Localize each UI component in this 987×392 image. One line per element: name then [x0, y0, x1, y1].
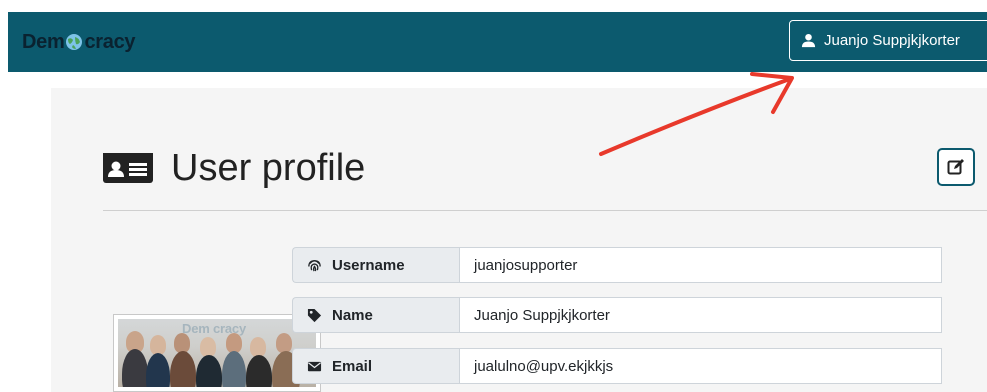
email-value: jualulno@upv.ekjkkjs — [459, 348, 942, 384]
user-menu-button[interactable]: Juanjo Suppjkjkorter — [789, 20, 987, 61]
brand-suffix: cracy — [84, 30, 136, 53]
user-icon — [801, 33, 816, 48]
header-divider — [103, 210, 987, 211]
top-navbar: Dem cracy Juanjo Suppjkjkorter — [8, 12, 987, 72]
profile-row-username: Username juanjosupporter — [292, 247, 942, 283]
name-label-cell: Name — [292, 297, 459, 333]
user-menu-label: Juanjo Suppjkjkorter — [824, 32, 960, 49]
profile-photo: Dem cracy — [113, 314, 321, 392]
name-label: Name — [332, 306, 373, 324]
brand-prefix: Dem — [22, 30, 65, 53]
name-value: Juanjo Suppjkjkorter — [459, 297, 942, 333]
email-label: Email — [332, 357, 373, 375]
profile-row-name: Name Juanjo Suppjkjkorter — [292, 297, 942, 333]
page-title: User profile — [171, 146, 366, 189]
group-photo-image: Dem cracy — [118, 319, 316, 387]
username-label: Username — [332, 256, 405, 274]
edit-profile-button[interactable] — [937, 148, 975, 186]
username-label-cell: Username — [292, 247, 459, 283]
email-label-cell: Email — [292, 348, 459, 384]
envelope-icon — [307, 361, 322, 371]
tag-icon — [307, 308, 322, 322]
page-header: User profile — [103, 146, 366, 189]
fingerprint-icon — [308, 259, 321, 271]
username-value: juanjosupporter — [459, 247, 942, 283]
id-card-icon — [103, 153, 153, 183]
profile-row-email: Email jualulno@upv.ekjkkjs — [292, 348, 942, 384]
edit-icon — [947, 159, 964, 175]
profile-panel: User profile Dem cracy — [51, 88, 987, 392]
globe-icon — [66, 34, 83, 50]
brand-logo[interactable]: Dem cracy — [22, 30, 136, 53]
